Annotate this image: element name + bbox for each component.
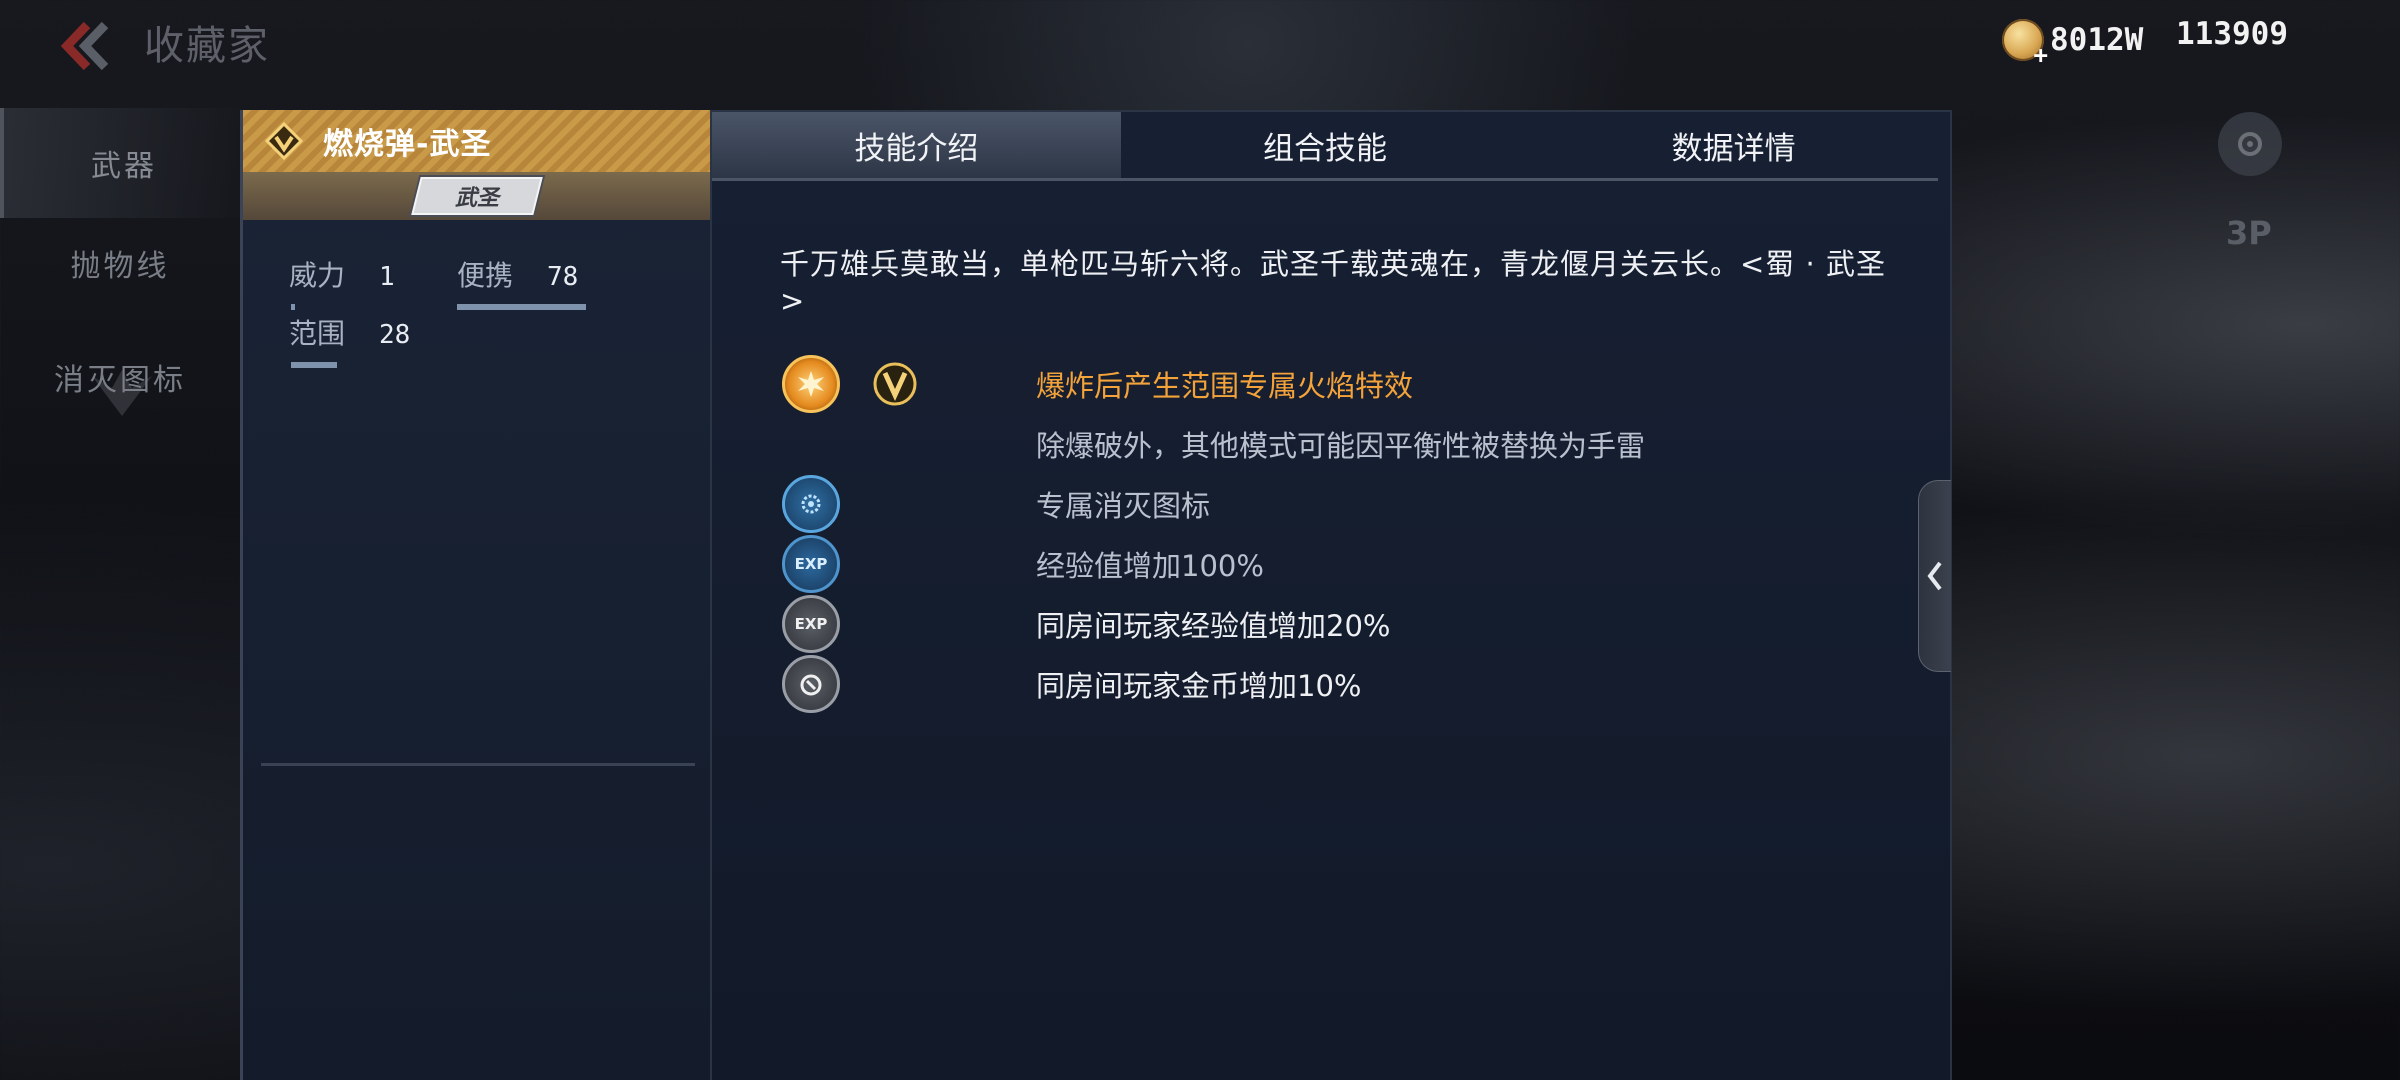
gem-amount: 113909	[2176, 16, 2288, 52]
stat-value: 28	[379, 320, 411, 350]
weapon-badge: 武圣	[411, 177, 543, 215]
stat-bar-power	[291, 304, 295, 310]
skill-row: 爆炸后产生范围专属火焰特效	[782, 355, 1413, 413]
crosshair-icon	[2238, 132, 2262, 156]
page-title: 收藏家	[144, 23, 270, 69]
tab-data-details[interactable]: 数据详情	[1529, 112, 1938, 178]
panel-collapse-handle[interactable]	[1918, 480, 1951, 672]
weapon-badge-label: 武圣	[454, 186, 499, 211]
skill-panel: 技能介绍 组合技能 数据详情 千万雄兵莫敢当，单枪匹马斩六将。武圣千载英魂在，青…	[710, 110, 1952, 1080]
stat-bar-portability	[457, 304, 586, 310]
stat-range: 范围 28	[289, 312, 410, 352]
weapon-stats: 威力 1 便携 78 范围 28	[243, 220, 711, 740]
nav-label: 消灭图标	[54, 363, 186, 398]
skill-row: 专属消灭图标	[782, 475, 1210, 533]
skill-text: 爆炸后产生范围专属火焰特效	[1036, 369, 1414, 403]
room-exp-icon: EXP	[782, 595, 840, 653]
skill-text: 同房间玩家金币增加10%	[1036, 669, 1362, 703]
tab-label: 数据详情	[1671, 130, 1796, 167]
stat-label: 威力	[289, 259, 346, 292]
elimination-icon	[782, 475, 840, 533]
weapon-card: 燃烧弹-武圣 武圣 威力 1 便携 78 范围 28	[240, 110, 712, 1080]
skill-text: 同房间玩家经验值增加20%	[1036, 609, 1391, 643]
badge-row: 武圣	[243, 172, 711, 220]
skill-row: EXP 经验值增加100%	[782, 535, 1264, 593]
skill-row: 同房间玩家金币增加10%	[782, 655, 1361, 713]
v-rank-icon	[873, 362, 917, 406]
view-toggle-button[interactable]	[2218, 112, 2282, 176]
gold-amount: 8012W	[2050, 22, 2144, 58]
nav-label: 抛物线	[70, 249, 170, 284]
stat-label: 范围	[289, 317, 346, 350]
weapon-card-header: 燃烧弹-武圣	[243, 110, 711, 172]
chevron-left-icon	[60, 21, 109, 71]
card-divider	[261, 763, 695, 766]
nav-item-elimination-icon[interactable]: 消灭图标	[0, 322, 240, 432]
skill-text: 经验值增加100%	[1036, 549, 1264, 583]
stat-value: 1	[379, 262, 395, 292]
stat-portability: 便携 78	[457, 254, 578, 294]
tab-combo-skills[interactable]: 组合技能	[1121, 112, 1530, 178]
skill-row: EXP 同房间玩家经验值增加20%	[782, 595, 1390, 653]
stat-power: 威力 1	[289, 254, 395, 294]
nav-item-weapons[interactable]: 武器	[0, 108, 244, 218]
room-coin-icon	[782, 655, 840, 713]
stat-value: 78	[547, 262, 579, 292]
view-mode-label: 3P	[2226, 214, 2272, 252]
nav-label: 武器	[91, 149, 157, 184]
weapon-description: 千万雄兵莫敢当，单枪匹马斩六将。武圣千载英魂在，青龙偃月关云长。<蜀 · 武圣>	[780, 247, 1886, 318]
tab-bar: 技能介绍 组合技能 数据详情	[712, 112, 1938, 181]
tab-label: 技能介绍	[854, 130, 979, 167]
rank-emblem-icon	[265, 122, 303, 160]
tab-skill-intro[interactable]: 技能介绍	[712, 112, 1121, 178]
weapon-name: 燃烧弹-武圣	[323, 127, 492, 162]
nav-item-trajectory[interactable]: 抛物线	[0, 208, 240, 318]
skill-text: 除爆破外，其他模式可能因平衡性被替换为手雷	[1036, 429, 1646, 463]
tab-label: 组合技能	[1263, 130, 1387, 167]
exp-icon: EXP	[782, 535, 840, 593]
gold-currency[interactable]: 8012W	[2002, 14, 2144, 69]
back-button[interactable]	[52, 18, 118, 74]
gem-currency[interactable]: + 113909	[2170, 14, 2288, 54]
stat-label: 便携	[457, 259, 514, 292]
skill-text: 专属消灭图标	[1036, 489, 1211, 523]
explosion-icon	[782, 355, 840, 413]
gold-coin-icon	[2002, 19, 2048, 69]
chevron-left-icon	[1927, 561, 1942, 591]
stat-bar-range	[291, 362, 337, 368]
